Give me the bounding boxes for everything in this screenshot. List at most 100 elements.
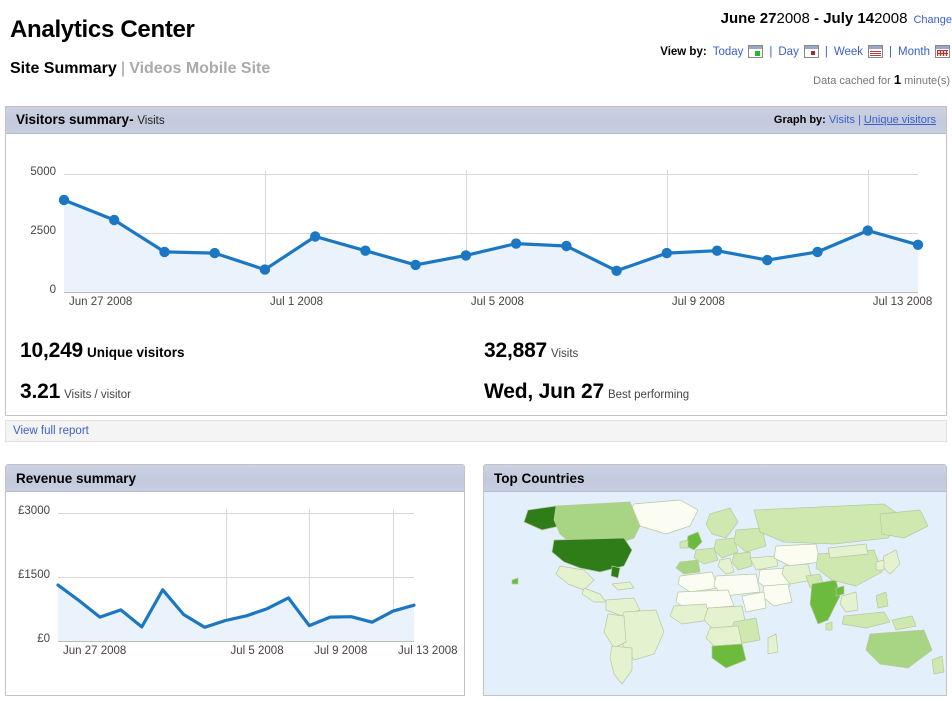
map-country-madagascar[interactable] — [768, 634, 778, 654]
data-point[interactable] — [762, 255, 772, 265]
data-point[interactable] — [812, 247, 822, 257]
data-point[interactable] — [59, 195, 69, 205]
view-by-today[interactable]: Today — [713, 46, 744, 58]
map-country-italy[interactable] — [718, 558, 734, 574]
x-axis-tick-label: Jul 9 2008 — [672, 296, 725, 308]
stat-unique-visitors-value: 10,249 — [20, 339, 83, 362]
y-axis-tick-label: 5000 — [8, 166, 56, 178]
map-country-south-africa[interactable] — [712, 644, 746, 668]
stat-best-performing: Wed, Jun 27Best performing — [484, 380, 689, 404]
view-by-controls: View by: Today | Day | Week | Month — [660, 45, 950, 58]
map-country-peru-bolivia[interactable] — [604, 614, 626, 648]
view-by-month[interactable]: Month — [898, 46, 930, 58]
view-by-label: View by: — [660, 46, 706, 58]
view-by-separator-3: | — [883, 46, 898, 58]
map-country-indonesia[interactable] — [842, 612, 890, 628]
page-header: Analytics Center Site Summary|Videos Mob… — [0, 0, 952, 100]
map-country-central-asia[interactable] — [774, 544, 820, 566]
change-date-link[interactable]: Change — [913, 14, 952, 26]
map-country-png[interactable] — [892, 616, 916, 630]
graph-by-unique-visitors[interactable]: Unique visitors — [864, 114, 936, 126]
map-country-iberia[interactable] — [676, 560, 700, 574]
stat-visits-label: Visits — [551, 348, 578, 360]
y-axis-tick-label: £3000 — [8, 505, 50, 517]
analytics-dashboard: Analytics Center Site Summary|Videos Mob… — [0, 0, 952, 701]
map-country-balkans[interactable] — [732, 552, 752, 570]
map-country-sri-lanka[interactable] — [826, 622, 832, 630]
cache-suffix: minute(s) — [904, 75, 950, 87]
map-country-sea-peninsula[interactable] — [840, 592, 858, 612]
view-by-week[interactable]: Week — [834, 46, 863, 58]
calendar-month-icon[interactable] — [935, 45, 950, 58]
map-country-new-zealand[interactable] — [932, 656, 944, 674]
map-country-korea[interactable] — [876, 560, 884, 570]
world-map[interactable] — [484, 492, 946, 695]
date-end-year: 2008 — [874, 10, 907, 27]
data-point[interactable] — [360, 246, 370, 256]
visitors-panel-title: Visitors summary- Visits — [16, 106, 165, 135]
map-country-india[interactable] — [810, 580, 840, 624]
map-country-uk[interactable] — [686, 532, 702, 550]
calendar-today-icon[interactable] — [748, 45, 763, 58]
map-country-philippines[interactable] — [876, 592, 888, 608]
visitors-chart-host-svg — [6, 134, 946, 314]
data-point[interactable] — [260, 264, 270, 274]
calendar-day-icon[interactable] — [804, 45, 819, 58]
map-country-horn-africa[interactable] — [742, 592, 766, 612]
graph-by-label: Graph by: — [774, 114, 826, 126]
date-start: June 27 — [721, 10, 777, 27]
x-axis-tick-label: Jul 1 2008 — [270, 296, 323, 308]
map-country-argentina-chile[interactable] — [610, 646, 632, 684]
map-country-scandinavia[interactable] — [706, 508, 738, 538]
x-axis-tick-label: Jul 5 2008 — [471, 296, 524, 308]
data-point[interactable] — [410, 260, 420, 270]
x-axis-tick-label: Jul 13 2008 — [873, 296, 932, 308]
data-point[interactable] — [310, 231, 320, 241]
data-point[interactable] — [712, 246, 722, 256]
date-dash: - — [814, 10, 819, 27]
stat-visits: 32,887Visits — [484, 339, 578, 363]
visitors-title-metric: Visits — [137, 115, 164, 127]
breadcrumb-separator: | — [117, 60, 129, 77]
data-point[interactable] — [863, 225, 873, 235]
y-axis-tick-label: 0 — [8, 284, 56, 296]
view-full-report-link[interactable]: View full report — [13, 425, 89, 437]
map-country-usa-florida[interactable] — [611, 566, 620, 578]
breadcrumb: Site Summary|Videos Mobile Site — [10, 60, 270, 78]
data-point[interactable] — [109, 215, 119, 225]
data-point[interactable] — [210, 248, 220, 258]
map-country-caribbean[interactable] — [612, 582, 634, 590]
map-country-west-africa[interactable] — [670, 604, 710, 624]
data-point[interactable] — [159, 247, 169, 257]
map-country-ireland[interactable] — [680, 540, 688, 548]
data-point[interactable] — [611, 266, 621, 276]
map-country-central-america[interactable] — [582, 588, 606, 602]
y-axis-tick-label: 2500 — [8, 225, 56, 237]
data-point[interactable] — [913, 240, 923, 250]
data-point[interactable] — [662, 248, 672, 258]
data-point[interactable] — [511, 238, 521, 248]
map-country-bangladesh[interactable] — [836, 586, 844, 596]
map-country-australia[interactable] — [866, 630, 932, 668]
x-axis-tick-label: Jun 27 2008 — [63, 645, 126, 657]
x-axis-tick-label: Jul 13 2008 — [398, 645, 457, 657]
section-title: Site Summary — [10, 60, 117, 77]
visitors-panel-body: 500025000Jun 27 2008Jul 1 2008Jul 5 2008… — [6, 134, 946, 416]
y-axis-tick-label: £1500 — [8, 569, 50, 581]
map-country-hawaii[interactable] — [512, 578, 518, 584]
data-point[interactable] — [461, 250, 471, 260]
date-range: June 272008 - July 142008Change — [570, 10, 952, 27]
map-country-siberia-east[interactable] — [880, 510, 928, 538]
data-point[interactable] — [561, 241, 571, 251]
graph-by-visits[interactable]: Visits — [829, 114, 855, 126]
map-country-morocco-algeria[interactable] — [678, 572, 718, 592]
map-country-arabia[interactable] — [762, 584, 792, 606]
map-country-japan[interactable] — [882, 550, 900, 574]
revenue-summary-panel: Revenue summary £3000£1500£0Jun 27 2008J… — [5, 464, 465, 696]
view-by-day[interactable]: Day — [778, 46, 798, 58]
view-by-separator-2: | — [819, 46, 834, 58]
map-country-canada[interactable] — [554, 502, 640, 544]
stat-best-performing-value: Wed, Jun 27 — [484, 380, 604, 403]
calendar-week-icon[interactable] — [868, 45, 883, 58]
stat-visits-per-visitor-label: Visits / visitor — [64, 389, 131, 401]
